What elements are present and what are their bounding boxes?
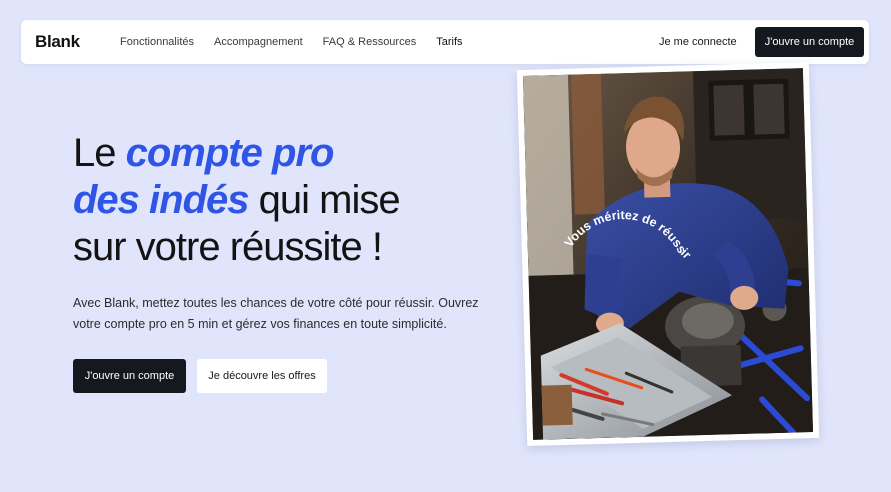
nav-link-fonctionnalites[interactable]: Fonctionnalités	[120, 36, 194, 48]
nav-links: Fonctionnalités Accompagnement FAQ & Res…	[120, 20, 463, 64]
hero-subtitle: Avec Blank, mettez toutes les chances de…	[73, 296, 479, 331]
blank-logo[interactable]: Blank	[35, 32, 80, 52]
nav-link-faq-ressources[interactable]: FAQ & Ressources	[323, 36, 417, 48]
hero-title-accent-compte-pro: compte pro	[125, 131, 335, 175]
hero-title-accent-des-indes: des indés	[73, 178, 250, 222]
mechanic-photo: Vous méritez de réussir	[522, 68, 814, 440]
hero-title: Le compte pro des indés qui mise sur votre…	[73, 130, 513, 271]
hero-title-part2: qui mise	[248, 178, 401, 222]
hero-photo-card: Vous méritez de réussir	[516, 61, 820, 447]
hero-discover-offers-button[interactable]: Je découvre les offres	[197, 359, 327, 393]
nav-link-tarifs[interactable]: Tarifs	[436, 36, 462, 48]
mechanic-illustration: Vous méritez de réussir	[522, 68, 814, 440]
nav-link-accompagnement[interactable]: Accompagnement	[214, 36, 303, 48]
hero-title-part3: sur votre réussite !	[73, 225, 383, 269]
hero-open-account-button[interactable]: J'ouvre un compte	[73, 359, 186, 393]
page: Blank Fonctionnalités Accompagnement FAQ…	[0, 0, 891, 492]
nav-open-account-button[interactable]: J'ouvre un compte	[755, 27, 864, 57]
login-link[interactable]: Je me connecte	[659, 20, 737, 64]
top-navbar: Blank Fonctionnalités Accompagnement FAQ…	[21, 20, 869, 64]
hero-title-part1: Le	[73, 131, 126, 175]
